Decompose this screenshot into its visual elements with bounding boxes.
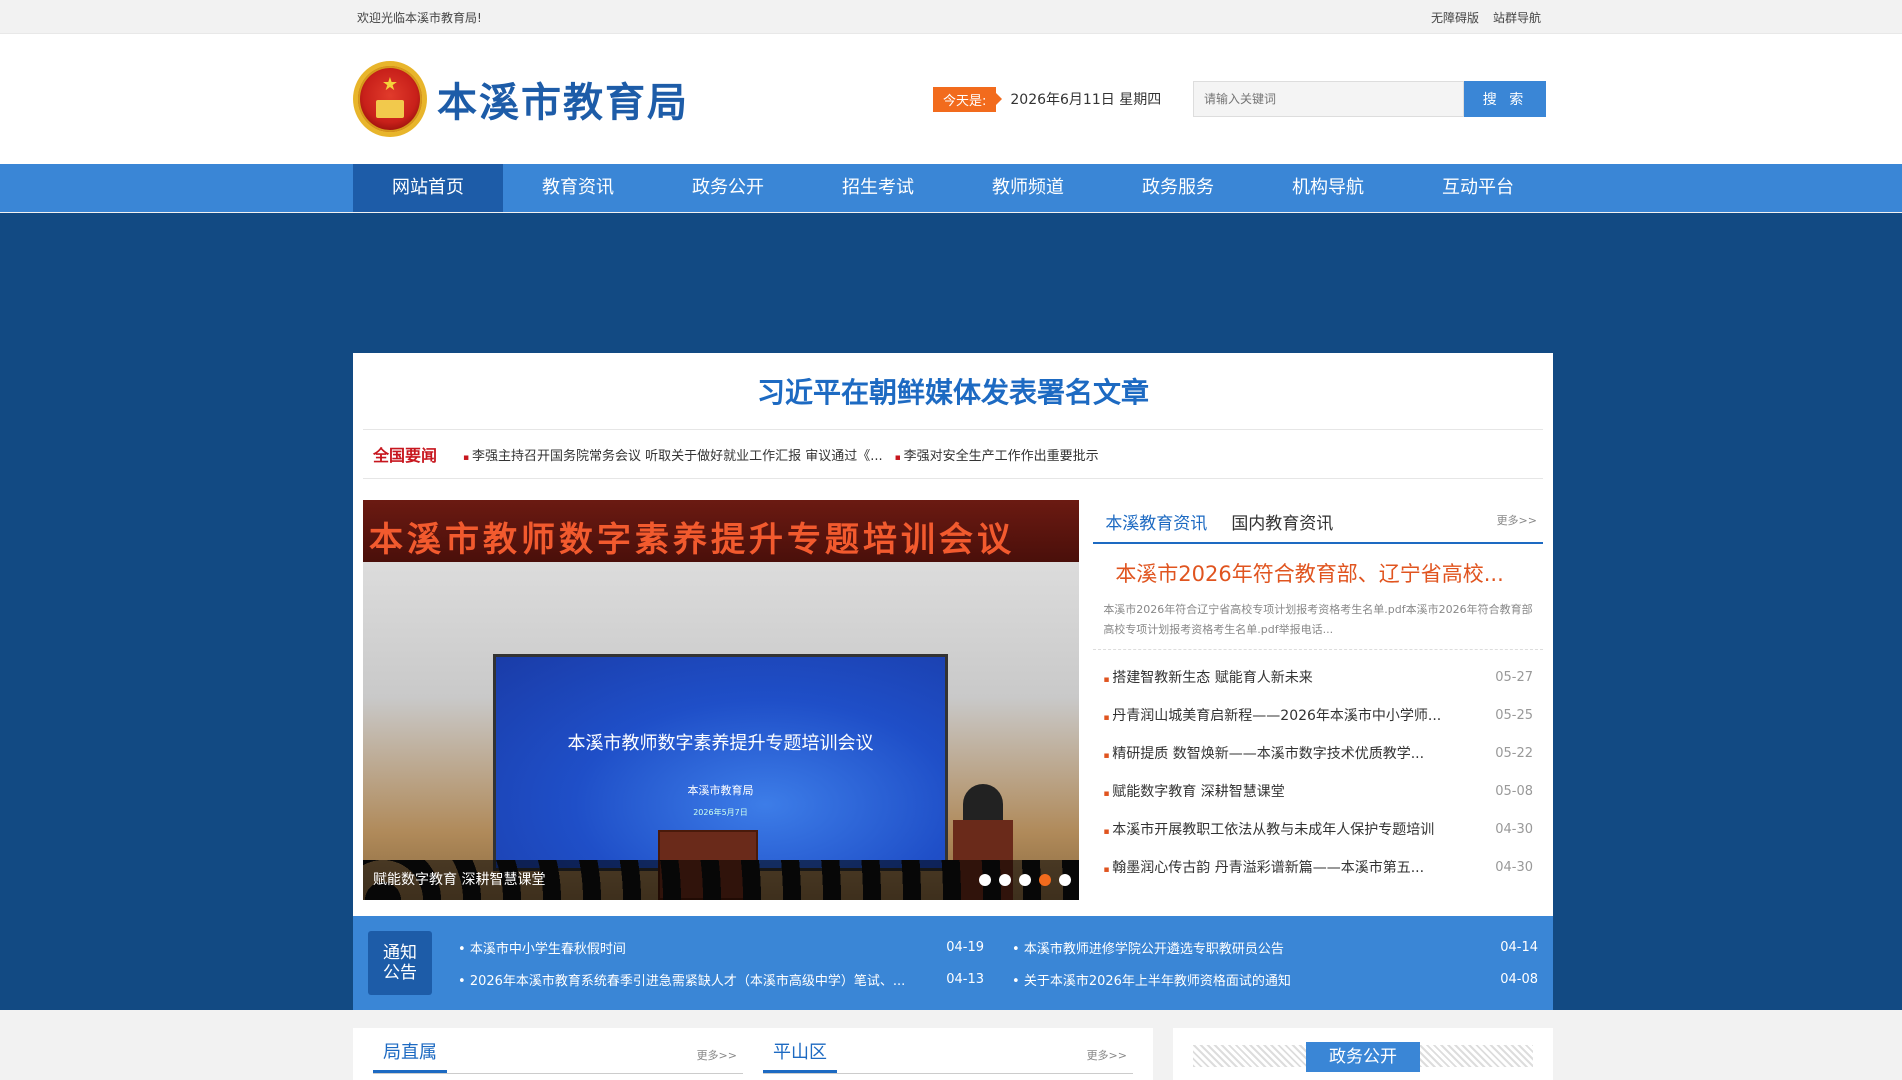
section-bureau-direct: 局直属 更多>> bbox=[373, 1028, 743, 1074]
tab-domestic-education-news[interactable]: 国内教育资讯 bbox=[1219, 509, 1345, 542]
nav-enrollment-exams[interactable]: 招生考试 bbox=[803, 164, 953, 212]
notice-date: 04-19 bbox=[946, 939, 984, 955]
nav-government-affairs[interactable]: 政务公开 bbox=[653, 164, 803, 212]
welcome-text: 欢迎光临本溪市教育局! bbox=[357, 10, 482, 25]
slide-photo: 本溪市教师数字素养提升专题培训会议 本溪市教育局 2026年5月7日 bbox=[363, 562, 1080, 900]
education-news-column: 本溪教育资讯 国内教育资讯 更多>> 本溪市2026年符合教育部、辽宁省高校..… bbox=[1093, 500, 1543, 900]
feature-news-title[interactable]: 本溪市2026年符合教育部、辽宁省高校... bbox=[1093, 544, 1543, 588]
list-item[interactable]: 搭建智教新生态 赋能育人新未来 05-27 bbox=[1103, 658, 1533, 696]
slider-dot[interactable] bbox=[979, 874, 992, 886]
national-emblem-icon bbox=[353, 61, 427, 137]
notice-title: 关于本溪市2026年上半年教师资格面试的通知 bbox=[1012, 970, 1291, 989]
news-title: 丹青润山城美育启新程——2026年本溪市中小学师... bbox=[1103, 705, 1441, 725]
news-date: 04-30 bbox=[1495, 821, 1533, 837]
news-title: 精研提质 数智焕新——本溪市数字技术优质教学... bbox=[1103, 743, 1424, 763]
notice-item[interactable]: 2026年本溪市教育系统春季引进急需紧缺人才（本溪市高级中学）笔试、... 04-… bbox=[458, 963, 984, 995]
slide-caption[interactable]: 赋能数字教育 深耕智慧课堂 bbox=[363, 860, 1080, 900]
nav-interaction[interactable]: 互动平台 bbox=[1403, 164, 1553, 212]
more-link[interactable]: 更多>> bbox=[1087, 1047, 1133, 1073]
notice-title: 本溪市教师进修学院公开遴选专职教研员公告 bbox=[1012, 938, 1284, 957]
nav-government-services[interactable]: 政务服务 bbox=[1103, 164, 1253, 212]
section-pingshan-district: 平山区 更多>> bbox=[763, 1028, 1133, 1074]
slider-dot[interactable] bbox=[999, 874, 1012, 886]
slider-dot[interactable] bbox=[1019, 874, 1032, 886]
search-input[interactable] bbox=[1193, 81, 1464, 117]
national-news-item[interactable]: 李强主持召开国务院常务会议 听取关于做好就业工作汇报 审议通过《... bbox=[463, 445, 883, 464]
notice-item[interactable]: 本溪市教师进修学院公开遴选专职教研员公告 04-14 bbox=[1012, 931, 1538, 963]
search-button[interactable]: 搜 索 bbox=[1464, 81, 1546, 117]
slider-dot[interactable] bbox=[1059, 874, 1072, 886]
notice-title: 本溪市中小学生春秋假时间 bbox=[458, 938, 626, 957]
list-item[interactable]: 丹青润山城美育启新程——2026年本溪市中小学师... 05-25 bbox=[1103, 696, 1533, 734]
photo-slider[interactable]: 本溪市教师数字素养提升专题培训会议 本溪市教师数字素养提升专题培训会议 本溪市教… bbox=[363, 500, 1080, 900]
header: 本溪市教育局 今天是: 2026年6月11日 星期四 搜 索 bbox=[0, 34, 1902, 164]
list-item[interactable]: 本溪市开展教职工依法从教与未成年人保护专题培训 04-30 bbox=[1103, 810, 1533, 848]
national-news-bar: 全国要闻 李强主持召开国务院常务会议 听取关于做好就业工作汇报 审议通过《...… bbox=[363, 429, 1543, 479]
news-tabs: 本溪教育资讯 国内教育资讯 更多>> bbox=[1093, 500, 1543, 544]
feature-news-summary: 本溪市2026年符合辽宁省高校专项计划报考资格考生名单.pdf本溪市2026年符… bbox=[1093, 588, 1543, 650]
news-date: 05-08 bbox=[1495, 783, 1533, 799]
news-title: 搭建智教新生态 赋能育人新未来 bbox=[1103, 667, 1312, 687]
screen-subtitle: 本溪市教育局 bbox=[687, 784, 754, 797]
slider-dot-active[interactable] bbox=[1039, 874, 1052, 886]
today-label: 今天是: bbox=[933, 86, 1003, 112]
nav-teacher-channel[interactable]: 教师频道 bbox=[953, 164, 1103, 212]
government-affairs-box: 政务公开 bbox=[1173, 1028, 1553, 1080]
notice-label-line: 公告 bbox=[383, 963, 417, 983]
slide-banner-text: 本溪市教师数字素养提升专题培训会议 bbox=[369, 520, 1015, 560]
nav-education-news[interactable]: 教育资讯 bbox=[503, 164, 653, 212]
section-title[interactable]: 平山区 bbox=[763, 1038, 837, 1073]
bottom-sections: 局直属 更多>> 平山区 更多>> bbox=[353, 1028, 1153, 1080]
site-logo[interactable]: 本溪市教育局 bbox=[353, 61, 933, 137]
government-affairs-title[interactable]: 政务公开 bbox=[1306, 1042, 1420, 1072]
screen-title: 本溪市教师数字素养提升专题培训会议 bbox=[567, 733, 874, 754]
slide-banner: 本溪市教师数字素养提升专题培训会议 bbox=[363, 500, 1080, 562]
news-list: 搭建智教新生态 赋能育人新未来 05-27 丹青润山城美育启新程——2026年本溪… bbox=[1093, 650, 1543, 886]
section-title[interactable]: 局直属 bbox=[373, 1038, 447, 1073]
notice-column-right: 本溪市教师进修学院公开遴选专职教研员公告 04-14 关于本溪市2026年上半年教… bbox=[1012, 931, 1538, 995]
more-link[interactable]: 更多>> bbox=[1497, 512, 1537, 528]
news-title: 赋能数字教育 深耕智慧课堂 bbox=[1103, 781, 1284, 801]
news-date: 05-27 bbox=[1495, 669, 1533, 685]
notice-date: 04-13 bbox=[946, 971, 984, 987]
site-title: 本溪市教育局 bbox=[437, 80, 689, 126]
nav-institutions[interactable]: 机构导航 bbox=[1253, 164, 1403, 212]
national-news-item[interactable]: 李强对安全生产工作作出重要批示 bbox=[895, 445, 1099, 464]
date-block: 今天是: 2026年6月11日 星期四 bbox=[933, 86, 1193, 112]
screen-date: 2026年5月7日 bbox=[693, 808, 748, 817]
notice-label-line: 通知 bbox=[383, 943, 417, 963]
news-date: 05-25 bbox=[1495, 707, 1533, 723]
more-link[interactable]: 更多>> bbox=[697, 1047, 743, 1073]
nav-home[interactable]: 网站首页 bbox=[353, 164, 503, 212]
accessibility-link[interactable]: 无障碍版 bbox=[1431, 9, 1479, 26]
top-links: 无障碍版 站群导航 bbox=[1431, 9, 1553, 26]
search-form: 搜 索 bbox=[1193, 81, 1546, 117]
speaker-figure bbox=[963, 784, 1003, 824]
notice-item[interactable]: 关于本溪市2026年上半年教师资格面试的通知 04-08 bbox=[1012, 963, 1538, 995]
notice-label-icon: 通知 公告 bbox=[368, 931, 432, 995]
news-title: 翰墨润心传古韵 丹青溢彩谱新篇——本溪市第五... bbox=[1103, 857, 1424, 877]
headline[interactable]: 习近平在朝鲜媒体发表署名文章 bbox=[353, 353, 1553, 429]
tab-benxi-education-news[interactable]: 本溪教育资讯 bbox=[1093, 509, 1219, 542]
news-date: 04-30 bbox=[1495, 859, 1533, 875]
notice-strip: 通知 公告 本溪市中小学生春秋假时间 04-19 2026年本溪市教育系统春季引进… bbox=[353, 916, 1553, 1010]
top-bar: 欢迎光临本溪市教育局! 无障碍版 站群导航 bbox=[0, 0, 1902, 34]
notice-title: 2026年本溪市教育系统春季引进急需紧缺人才（本溪市高级中学）笔试、... bbox=[458, 970, 905, 989]
slider-dots bbox=[979, 874, 1072, 886]
news-title: 本溪市开展教职工依法从教与未成年人保护专题培训 bbox=[1103, 819, 1434, 839]
notice-column-left: 本溪市中小学生春秋假时间 04-19 2026年本溪市教育系统春季引进急需紧缺人才… bbox=[458, 931, 984, 995]
notice-date: 04-08 bbox=[1500, 971, 1538, 987]
list-item[interactable]: 赋能数字教育 深耕智慧课堂 05-08 bbox=[1103, 772, 1533, 810]
main-news-panel: 习近平在朝鲜媒体发表署名文章 全国要闻 李强主持召开国务院常务会议 听取关于做好… bbox=[353, 353, 1553, 916]
current-date: 2026年6月11日 星期四 bbox=[1010, 92, 1162, 108]
site-group-nav-link[interactable]: 站群导航 bbox=[1493, 9, 1541, 26]
news-date: 05-22 bbox=[1495, 745, 1533, 761]
list-item[interactable]: 翰墨润心传古韵 丹青溢彩谱新篇——本溪市第五... 04-30 bbox=[1103, 848, 1533, 886]
main-nav: 网站首页 教育资讯 政务公开 招生考试 教师频道 政务服务 机构导航 互动平台 bbox=[0, 164, 1902, 212]
national-news-label: 全国要闻 bbox=[373, 446, 438, 465]
list-item[interactable]: 精研提质 数智焕新——本溪市数字技术优质教学... 05-22 bbox=[1103, 734, 1533, 772]
notice-item[interactable]: 本溪市中小学生春秋假时间 04-19 bbox=[458, 931, 984, 963]
notice-date: 04-14 bbox=[1500, 939, 1538, 955]
